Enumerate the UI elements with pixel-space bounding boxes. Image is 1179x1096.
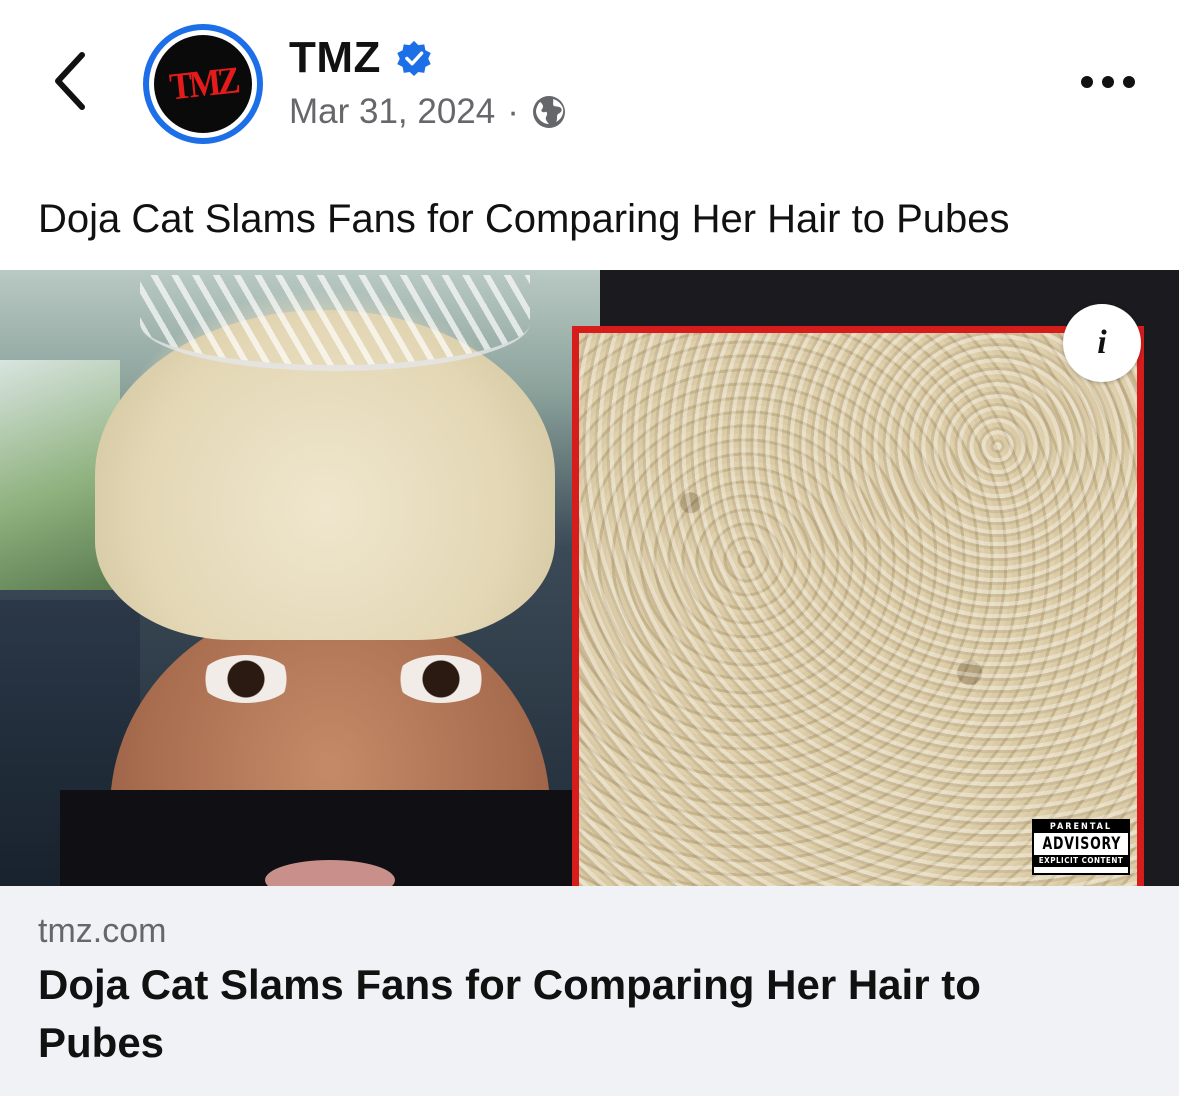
advisory-top-text: PARENTAL — [1034, 821, 1128, 833]
selfie-photo — [0, 270, 600, 886]
logo-text: TMZ — [167, 59, 239, 109]
chevron-left-icon — [55, 52, 85, 110]
post-meta: Mar 31, 2024 · — [289, 88, 567, 136]
post-date[interactable]: Mar 31, 2024 — [289, 92, 495, 132]
left-eye — [200, 655, 292, 703]
post-screen: TMZ TMZ Mar 31, 2024 · Doja Cat Slams Fa… — [0, 0, 1179, 1096]
parental-advisory-label: PARENTAL ADVISORY EXPLICIT CONTENT — [1032, 819, 1130, 875]
advisory-mid-text: ADVISORY — [1042, 834, 1122, 854]
back-button[interactable] — [40, 45, 100, 117]
right-eye — [395, 655, 487, 703]
meta-separator: · — [507, 92, 519, 131]
info-icon: i — [1097, 324, 1107, 361]
verified-badge-icon — [397, 40, 431, 77]
album-cover-inset: PARENTAL ADVISORY EXPLICIT CONTENT — [572, 326, 1144, 886]
link-title: Doja Cat Slams Fans for Comparing Her Ha… — [38, 961, 981, 1066]
link-preview-card[interactable]: tmz.com Doja Cat Slams Fans for Comparin… — [0, 886, 1179, 1096]
more-dot-icon — [1081, 76, 1093, 88]
more-dot-icon — [1102, 76, 1114, 88]
page-name[interactable]: TMZ — [289, 33, 381, 83]
link-domain: tmz.com — [38, 912, 167, 950]
post-header: TMZ TMZ Mar 31, 2024 · — [0, 0, 1179, 170]
post-image[interactable]: PARENTAL ADVISORY EXPLICIT CONTENT i — [0, 270, 1179, 886]
globe-icon — [532, 96, 565, 128]
info-button[interactable]: i — [1063, 304, 1141, 382]
curly-hair-texture — [579, 333, 1137, 886]
tmz-logo: TMZ — [154, 35, 252, 133]
tiara — [140, 275, 530, 371]
page-avatar[interactable]: TMZ — [143, 24, 263, 144]
more-dot-icon — [1123, 76, 1135, 88]
post-caption: Doja Cat Slams Fans for Comparing Her Ha… — [38, 197, 1010, 241]
more-options-button[interactable] — [1070, 60, 1146, 104]
advisory-bottom-text: EXPLICIT CONTENT — [1034, 855, 1128, 867]
page-name-row: TMZ — [289, 30, 433, 86]
